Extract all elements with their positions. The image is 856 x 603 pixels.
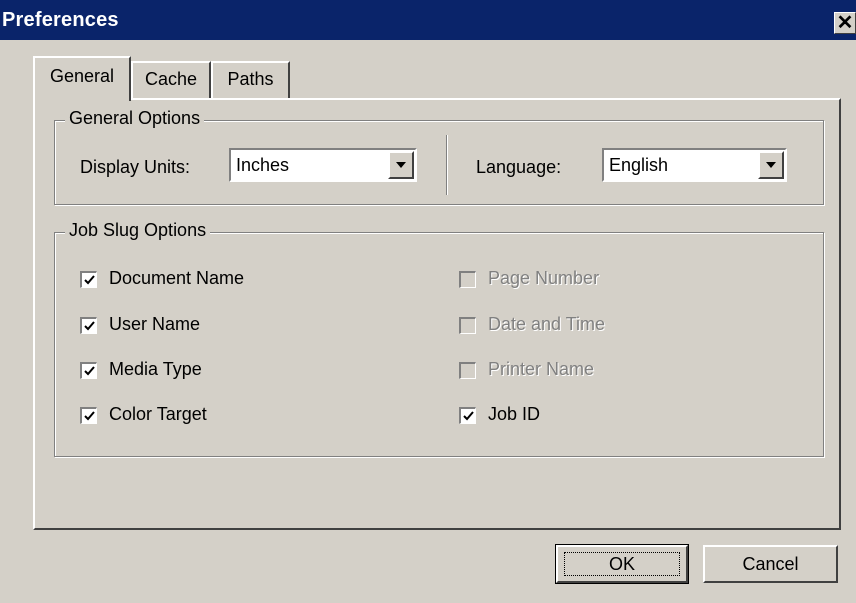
printer-name-label: Printer Name <box>488 359 595 379</box>
media-type-checkbox[interactable] <box>80 362 97 379</box>
general-options-title: General Options <box>65 108 205 129</box>
tab-paths-label: Paths <box>227 69 274 89</box>
date-and-time-checkbox <box>459 317 476 334</box>
page-number-checkbox <box>459 271 476 288</box>
cancel-button[interactable]: Cancel <box>703 545 838 583</box>
language-value: English <box>609 155 669 175</box>
job-slug-options-title: Job Slug Options <box>65 220 211 241</box>
user-name-label: User Name <box>109 314 201 334</box>
display-units-select[interactable]: Inches <box>229 148 417 182</box>
job-id-checkbox[interactable] <box>459 407 476 424</box>
checkmark-icon <box>83 410 95 420</box>
document-name-checkbox[interactable] <box>80 271 97 288</box>
close-button[interactable]: ✕ <box>834 12 856 34</box>
language-dropdown-button[interactable] <box>758 151 784 179</box>
window-title: Preferences <box>2 9 119 31</box>
options-divider <box>446 135 448 195</box>
display-units-dropdown-button[interactable] <box>388 151 414 179</box>
checkmark-icon <box>83 320 95 330</box>
tab-general[interactable]: General <box>33 56 131 101</box>
checkmark-icon <box>462 410 474 420</box>
tab-paths[interactable]: Paths <box>211 61 290 98</box>
focus-rectangle <box>564 552 680 576</box>
job-slug-options-group: Job Slug Options Document Name User Name… <box>54 220 824 457</box>
general-options-group: General Options Display Units: Inches La… <box>54 108 824 205</box>
ok-button[interactable]: OK <box>555 544 689 584</box>
date-and-time-label: Date and Time <box>488 314 606 334</box>
display-units-value: Inches <box>236 155 290 175</box>
preferences-dialog: Preferences ✕ General Cache Paths Genera… <box>0 0 856 603</box>
job-id-label: Job ID <box>488 404 541 424</box>
dropdown-arrow-icon <box>766 162 776 168</box>
display-units-label: Display Units: <box>80 157 191 177</box>
close-icon: ✕ <box>836 12 854 34</box>
color-target-checkbox[interactable] <box>80 407 97 424</box>
language-select[interactable]: English <box>602 148 787 182</box>
title-bar: Preferences ✕ <box>0 0 856 40</box>
language-label: Language: <box>476 157 562 177</box>
media-type-label: Media Type <box>109 359 202 379</box>
page-number-label: Page Number <box>488 268 600 288</box>
tab-general-label: General <box>49 66 115 86</box>
color-target-label: Color Target <box>109 404 207 424</box>
tab-cache-label: Cache <box>144 69 198 89</box>
user-name-checkbox[interactable] <box>80 317 97 334</box>
tab-cache[interactable]: Cache <box>131 61 211 98</box>
checkmark-icon <box>83 274 95 284</box>
cancel-button-label: Cancel <box>742 553 799 574</box>
general-tab-panel: General Options Display Units: Inches La… <box>33 98 841 530</box>
checkmark-icon <box>83 365 95 375</box>
document-name-label: Document Name <box>109 268 245 288</box>
printer-name-checkbox <box>459 362 476 379</box>
dropdown-arrow-icon <box>396 162 406 168</box>
